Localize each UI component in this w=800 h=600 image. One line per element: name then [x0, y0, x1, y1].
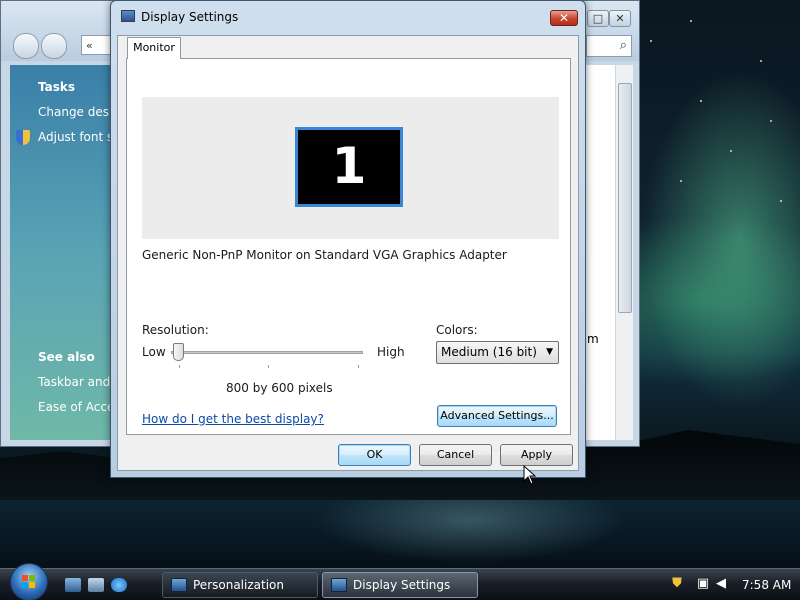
- see-also-heading: See also: [38, 350, 95, 364]
- taskbar-label: Personalization: [193, 578, 284, 592]
- see-also-link-ease-of-access[interactable]: Ease of Acces: [38, 400, 121, 414]
- resolution-slider-track[interactable]: [171, 351, 363, 354]
- task-link-change-desktop[interactable]: Change deskt: [38, 105, 121, 119]
- display-settings-icon: [331, 578, 347, 592]
- search-box[interactable]: ⌕: [586, 35, 632, 57]
- ok-button[interactable]: OK: [338, 444, 411, 466]
- tab-monitor[interactable]: Monitor: [127, 37, 181, 59]
- start-button[interactable]: [10, 563, 48, 600]
- resolution-value: 800 by 600 pixels: [226, 381, 333, 395]
- bg-maximize-button[interactable]: □: [587, 10, 609, 27]
- chevron-down-icon: ▼: [546, 347, 553, 357]
- task-pane: Tasks Change deskt Adjust font siz See a…: [10, 65, 123, 440]
- windows-flag-icon: [22, 575, 36, 589]
- colors-dropdown[interactable]: Medium (16 bit) ▼: [436, 341, 559, 364]
- slider-tick: [268, 365, 269, 368]
- shield-icon: [16, 130, 30, 145]
- monitor-icon: [121, 10, 135, 22]
- resolution-low-label: Low: [142, 345, 166, 359]
- slider-tick: [179, 365, 180, 368]
- monitor-panel: 1 Generic Non-PnP Monitor on Standard VG…: [126, 58, 571, 435]
- close-button[interactable]: ✕: [550, 10, 578, 26]
- cancel-button[interactable]: Cancel: [419, 444, 492, 466]
- help-link[interactable]: How do I get the best display?: [142, 412, 324, 426]
- mouse-cursor-icon: [523, 465, 536, 485]
- show-desktop-icon[interactable]: [65, 578, 81, 592]
- apply-button[interactable]: Apply: [500, 444, 573, 466]
- search-icon: ⌕: [619, 38, 627, 53]
- personalization-icon: [171, 578, 187, 592]
- system-tray: ⛊ ▣ ◀ 7:58 AM: [662, 572, 800, 598]
- taskbar-button-personalization[interactable]: Personalization: [162, 572, 318, 598]
- colors-label: Colors:: [436, 323, 478, 337]
- monitor-1-tile[interactable]: 1: [295, 127, 403, 207]
- colors-selected-value: Medium (16 bit): [441, 345, 537, 359]
- network-icon[interactable]: ▣: [696, 577, 710, 591]
- forward-button[interactable]: [41, 33, 67, 59]
- taskbar: Personalization Display Settings ⛊ ▣ ◀ 7…: [0, 563, 800, 600]
- taskbar-button-display-settings[interactable]: Display Settings: [322, 572, 478, 598]
- display-settings-dialog[interactable]: Display Settings ✕ Monitor 1 Generic Non…: [110, 0, 586, 478]
- internet-explorer-icon[interactable]: [111, 578, 127, 592]
- bg-close-button[interactable]: ✕: [609, 10, 631, 27]
- resolution-slider-thumb[interactable]: [173, 343, 184, 361]
- vertical-scrollbar[interactable]: [615, 65, 633, 440]
- back-button[interactable]: [13, 33, 39, 59]
- scrollbar-thumb[interactable]: [618, 83, 632, 313]
- monitor-arrangement-area: 1: [142, 97, 559, 239]
- dialog-body: Monitor 1 Generic Non-PnP Monitor on Sta…: [117, 35, 579, 471]
- adapter-description: Generic Non-PnP Monitor on Standard VGA …: [142, 248, 507, 262]
- security-shield-icon[interactable]: ⛊: [670, 577, 684, 591]
- advanced-settings-button[interactable]: Advanced Settings...: [437, 405, 557, 427]
- tasks-heading: Tasks: [38, 80, 76, 94]
- content-fragment: m: [587, 332, 599, 346]
- taskbar-label: Display Settings: [353, 578, 451, 592]
- slider-tick: [358, 365, 359, 368]
- resolution-high-label: High: [377, 345, 405, 359]
- resolution-label: Resolution:: [142, 323, 209, 337]
- switch-windows-icon[interactable]: [88, 578, 104, 592]
- dialog-title: Display Settings: [141, 10, 239, 24]
- clock[interactable]: 7:58 AM: [742, 572, 791, 598]
- volume-muted-icon[interactable]: ◀: [714, 577, 728, 591]
